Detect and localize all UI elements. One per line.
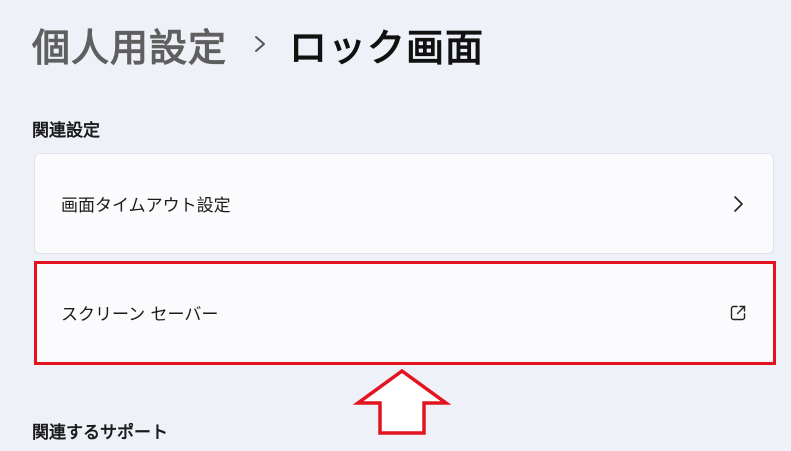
chevron-right-icon: [729, 195, 747, 213]
external-link-icon: [729, 304, 747, 322]
chevron-right-icon: [249, 33, 271, 55]
breadcrumb-parent[interactable]: 個人用設定: [32, 17, 227, 72]
screen-saver-label: スクリーン セーバー: [61, 305, 219, 325]
breadcrumb: 個人用設定 ロック画面: [32, 18, 484, 70]
section-title-related-settings: 関連設定: [32, 121, 100, 141]
screen-saver-item[interactable]: スクリーン セーバー: [34, 262, 774, 363]
section-title-related-support: 関連するサポート: [32, 423, 168, 443]
screen-timeout-settings-label: 画面タイムアウト設定: [61, 196, 231, 216]
page-title: ロック画面: [289, 25, 485, 70]
screen-timeout-settings-item[interactable]: 画面タイムアウト設定: [34, 153, 774, 254]
up-arrow-outline-icon: [352, 367, 452, 439]
